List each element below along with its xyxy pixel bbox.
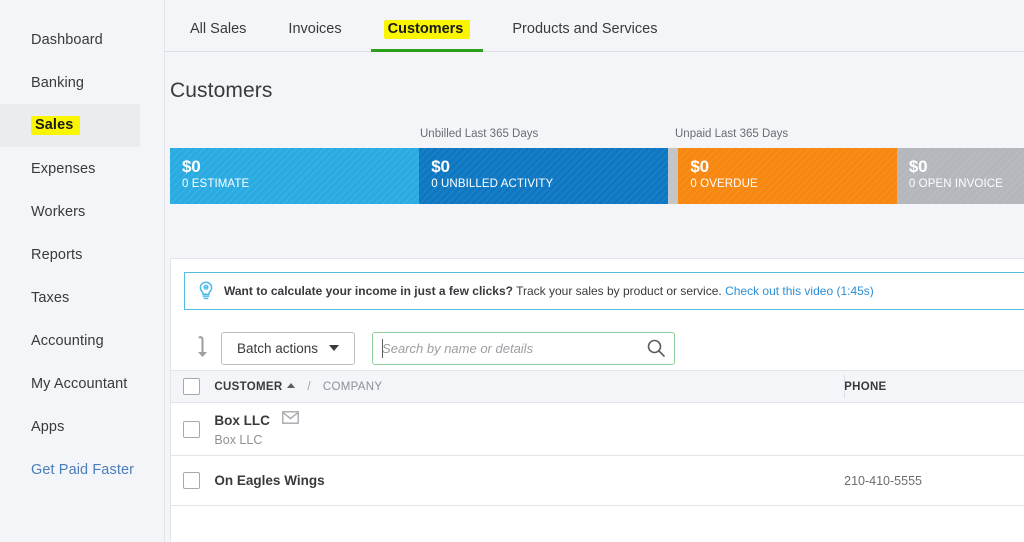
- money-tile-overdue[interactable]: $0 0 OVERDUE: [678, 148, 897, 204]
- chevron-down-icon: [329, 345, 340, 351]
- sidebar-item-label: Apps: [31, 418, 65, 435]
- customer-cell: Box LLC Box LLC: [214, 402, 845, 456]
- info-banner: Want to calculate your income in just a …: [184, 272, 1024, 310]
- money-bar-group-labels: Unbilled Last 365 Days Unpaid Last 365 D…: [170, 128, 1024, 148]
- phone-cell: [844, 402, 1024, 456]
- sidebar-item-label: Expenses: [31, 160, 96, 177]
- sidebar-item-expenses[interactable]: Expenses: [0, 147, 164, 190]
- tab-label: Products and Services: [512, 21, 658, 37]
- sidebar-item-my-accountant[interactable]: My Accountant: [0, 362, 164, 405]
- sidebar-item-banking[interactable]: Banking: [0, 61, 164, 104]
- tab-label: Customers: [383, 20, 471, 39]
- header-company-label[interactable]: COMPANY: [323, 381, 382, 393]
- sidebar-item-label: Dashboard: [31, 31, 103, 48]
- customer-name-link[interactable]: On Eagles Wings: [214, 473, 324, 488]
- sidebar-item-label: Get Paid Faster: [31, 461, 135, 478]
- table-row[interactable]: Box LLC Box LLC: [171, 402, 1024, 456]
- row-select-cell: [171, 402, 215, 456]
- page-title: Customers: [170, 79, 273, 102]
- sidebar-item-label: Sales: [31, 116, 81, 135]
- sidebar-item-reports[interactable]: Reports: [0, 233, 164, 276]
- sidebar-item-label: My Accountant: [31, 375, 128, 392]
- table-row[interactable]: On Eagles Wings 210-410-5555: [171, 455, 1024, 506]
- sidebar-item-label: Reports: [31, 246, 83, 263]
- money-tile-caption: 0 UNBILLED ACTIVITY: [431, 178, 554, 190]
- money-tile-amount: $0: [431, 157, 450, 176]
- table-header-row: CUSTOMER / COMPANY PHONE: [171, 370, 1024, 403]
- tab-customers[interactable]: Customers: [370, 20, 484, 52]
- tab-products-and-services[interactable]: Products and Services: [499, 21, 670, 51]
- money-bar-tiles: $0 0 ESTIMATE $0 0 UNBILLED ACTIVITY $0 …: [170, 148, 1024, 204]
- money-bar-label-unbilled: Unbilled Last 365 Days: [420, 128, 539, 140]
- table-toolbar: Batch actions: [171, 310, 1024, 370]
- sidebar-item-taxes[interactable]: Taxes: [0, 276, 164, 319]
- main-content: All Sales Invoices Customers Products and S…: [165, 0, 1024, 542]
- batch-actions-button[interactable]: Batch actions: [221, 331, 356, 365]
- customers-table: CUSTOMER / COMPANY PHONE Box LLC Box LLC On …: [171, 370, 1024, 506]
- tab-bar: All Sales Invoices Customers Products and S…: [165, 0, 1024, 52]
- tab-invoices[interactable]: Invoices: [275, 21, 354, 51]
- customer-name-line: Box LLC: [214, 411, 844, 430]
- money-tile-caption: 0 ESTIMATE: [182, 178, 250, 190]
- phone-cell: 210-410-5555: [844, 455, 1024, 506]
- money-tile-amount: $0: [182, 157, 201, 176]
- sidebar-item-label: Taxes: [31, 289, 70, 306]
- money-tile-caption: 0 OVERDUE: [690, 178, 758, 190]
- sidebar: Dashboard Banking Sales Expenses Workers Repo…: [0, 0, 165, 542]
- sidebar-item-workers[interactable]: Workers: [0, 190, 164, 233]
- sidebar-item-label: Banking: [31, 74, 85, 91]
- header-select-all-cell: [171, 370, 215, 403]
- money-tile-caption: 0 OPEN INVOICE: [908, 178, 1003, 190]
- customer-company: Box LLC: [214, 433, 263, 447]
- customer-name-link[interactable]: Box LLC: [214, 413, 270, 428]
- header-phone-label: PHONE: [844, 380, 887, 393]
- row-checkbox[interactable]: [183, 420, 200, 438]
- info-banner-text: Want to calculate your income in just a …: [224, 284, 874, 299]
- money-tile-amount: $0: [908, 157, 928, 176]
- money-tile-open-invoice[interactable]: $0 0 OPEN INVOICE: [896, 148, 1024, 204]
- sidebar-item-sales[interactable]: Sales: [0, 104, 140, 147]
- header-separator: /: [307, 380, 311, 393]
- tab-label: All Sales: [190, 21, 247, 37]
- quickbooks-customers-page: Dashboard Banking Sales Expenses Workers Repo…: [0, 0, 1024, 542]
- export-arrow-icon[interactable]: [189, 335, 211, 361]
- row-checkbox[interactable]: [183, 472, 200, 489]
- header-column-divider: [844, 375, 846, 398]
- header-customer-company: CUSTOMER / COMPANY: [214, 370, 845, 403]
- tab-all-sales[interactable]: All Sales: [177, 21, 259, 51]
- header-customer-sort[interactable]: CUSTOMER: [214, 380, 296, 393]
- money-tile-amount: $0: [690, 157, 709, 176]
- search-field-wrapper: [372, 331, 676, 365]
- sidebar-item-apps[interactable]: Apps: [0, 405, 164, 448]
- sidebar-item-label: Workers: [31, 203, 86, 220]
- header-customer-label: CUSTOMER: [214, 380, 283, 393]
- tab-label: Invoices: [288, 21, 342, 37]
- header-phone[interactable]: PHONE: [844, 370, 1024, 403]
- batch-actions-label: Batch actions: [237, 340, 319, 356]
- sidebar-item-dashboard[interactable]: Dashboard: [0, 18, 164, 61]
- select-all-checkbox[interactable]: [183, 378, 200, 395]
- info-banner-bold-text: Want to calculate your income in just a …: [224, 283, 513, 298]
- sidebar-item-get-paid-faster[interactable]: Get Paid Faster: [0, 448, 164, 491]
- search-input[interactable]: [372, 331, 676, 365]
- money-bar-divider: [668, 148, 679, 204]
- sidebar-item-accounting[interactable]: Accounting: [0, 319, 164, 362]
- customers-card: Want to calculate your income in just a …: [170, 258, 1024, 542]
- money-tile-unbilled-activity[interactable]: $0 0 UNBILLED ACTIVITY: [419, 148, 669, 204]
- search-icon[interactable]: [646, 338, 666, 358]
- money-tile-estimate[interactable]: $0 0 ESTIMATE: [170, 148, 420, 204]
- sidebar-item-label: Accounting: [31, 332, 104, 349]
- money-bar: Unbilled Last 365 Days Unpaid Last 365 D…: [165, 103, 1024, 204]
- customer-name-line: On Eagles Wings: [214, 472, 844, 490]
- row-select-cell: [171, 455, 215, 506]
- lightbulb-icon: [197, 280, 215, 302]
- customer-cell: On Eagles Wings: [214, 455, 845, 506]
- info-banner-video-link[interactable]: Check out this video (1:45s): [725, 284, 874, 298]
- text-cursor: [382, 338, 384, 358]
- envelope-icon[interactable]: [282, 411, 299, 424]
- info-banner-regular-text: Track your sales by product or service.: [512, 283, 726, 298]
- money-bar-label-unpaid: Unpaid Last 365 Days: [675, 128, 789, 140]
